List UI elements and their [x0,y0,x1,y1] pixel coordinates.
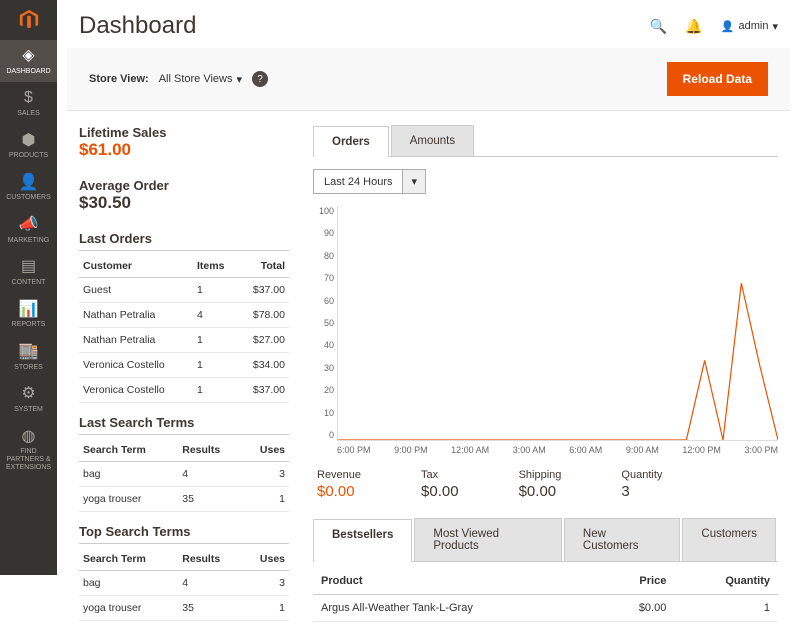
table-row[interactable]: Veronica Costello1$34.00 [79,353,289,378]
chart-tabs: Orders Amounts [313,125,778,157]
reload-data-button[interactable]: Reload Data [667,62,768,96]
average-order-label: Average Order [79,178,289,193]
stores-icon: 🏬 [19,343,39,361]
column-header: Items [193,255,238,278]
tab-customers[interactable]: Customers [682,518,776,561]
tab-most-viewed[interactable]: Most Viewed Products [414,518,562,561]
admin-user-menu[interactable]: 👤 admin ▾ [721,20,778,33]
column-header: Quantity [674,568,778,595]
dashboard-icon: ◈ [22,47,34,65]
sidebar-item-sales[interactable]: $SALES [0,82,57,124]
system-icon: ⚙ [21,385,35,403]
customers-icon: 👤 [19,174,39,192]
product-tabs: Bestsellers Most Viewed Products New Cus… [313,518,778,562]
table-row[interactable]: bag43 [79,571,289,596]
sidebar: ◈DASHBOARD$SALES⬢PRODUCTS👤CUSTOMERS📣MARK… [0,0,57,575]
column-header: Search Term [79,439,178,462]
sidebar-item-reports[interactable]: 📊REPORTS [0,294,57,336]
column-header: Uses [243,439,289,462]
chevron-down-icon: ▾ [237,73,243,86]
last-orders-title: Last Orders [79,231,289,251]
store-view-select[interactable]: All Store Views ▾ [159,73,242,86]
lifetime-sales-value: $61.00 [79,140,289,160]
page-header: Dashboard 🔍 🔔 👤 admin ▾ [57,0,800,48]
marketing-icon: 📣 [19,216,39,234]
table-row[interactable]: Nathan Petralia1$27.00 [79,328,289,353]
products-icon: ⬢ [22,132,36,150]
table-row[interactable]: yoga trouser351 [79,596,289,621]
tab-orders[interactable]: Orders [313,126,389,157]
table-row[interactable]: Argus All-Weather Tank-L-Gray$0.001 [313,595,778,622]
last-search-table: Search TermResultsUses bag43yoga trouser… [79,439,289,512]
column-header: Customer [79,255,193,278]
sidebar-item-content[interactable]: ▤CONTENT [0,251,57,293]
table-row[interactable]: Veronica Costello1$37.00 [79,378,289,403]
table-row[interactable]: Guest1$37.00 [79,278,289,303]
table-row[interactable]: Nathan Petralia4$78.00 [79,303,289,328]
column-header: Results [178,439,242,462]
column-header: Total [238,255,289,278]
lifetime-sales-label: Lifetime Sales [79,125,289,140]
time-range-select[interactable]: Last 24 Hours ▾ [313,169,426,194]
tab-bestsellers[interactable]: Bestsellers [313,519,412,562]
sidebar-item-customers[interactable]: 👤CUSTOMERS [0,167,57,209]
notifications-icon[interactable]: 🔔 [685,18,702,35]
orders-chart: 1009080706050403020100 [337,206,778,441]
tab-new-customers[interactable]: New Customers [564,518,680,561]
page-title: Dashboard [79,12,196,40]
reports-icon: 📊 [19,301,39,319]
chevron-down-icon: ▾ [402,170,425,193]
search-icon[interactable]: 🔍 [650,18,667,35]
toolbar: Store View: All Store Views ▾ ? Reload D… [67,48,790,111]
shipping-label: Shipping [519,469,562,481]
sidebar-item-stores[interactable]: 🏬STORES [0,336,57,378]
revenue-value: $0.00 [317,483,361,500]
column-header: Uses [243,548,289,571]
column-header: Results [178,548,242,571]
find-icon: ◍ [22,428,36,446]
average-order-value: $30.50 [79,193,289,213]
table-row[interactable]: bag43 [79,462,289,487]
store-view-label: Store View: [89,73,149,85]
column-header: Search Term [79,548,178,571]
sidebar-item-marketing[interactable]: 📣MARKETING [0,209,57,251]
shipping-value: $0.00 [519,483,562,500]
sidebar-item-system[interactable]: ⚙SYSTEM [0,378,57,420]
quantity-value: 3 [621,483,662,500]
column-header: Price [600,568,674,595]
last-orders-table: CustomerItemsTotal Guest1$37.00Nathan Pe… [79,255,289,403]
sales-icon: $ [24,89,33,107]
sidebar-item-dashboard[interactable]: ◈DASHBOARD [0,40,57,82]
magento-logo[interactable] [0,0,57,40]
table-row[interactable]: yoga trouser351 [79,487,289,512]
help-icon[interactable]: ? [252,71,268,87]
last-search-title: Last Search Terms [79,415,289,435]
tax-label: Tax [421,469,459,481]
chevron-down-icon: ▾ [772,20,778,33]
content-icon: ▤ [21,258,36,276]
top-search-table: Search TermResultsUses bag43yoga trouser… [79,548,289,621]
sidebar-item-products[interactable]: ⬢PRODUCTS [0,125,57,167]
sidebar-item-find-partners-extensions[interactable]: ◍FIND PARTNERS & EXTENSIONS [0,421,57,479]
top-search-title: Top Search Terms [79,524,289,544]
revenue-label: Revenue [317,469,361,481]
column-header: Product [313,568,600,595]
quantity-label: Quantity [621,469,662,481]
tax-value: $0.00 [421,483,459,500]
user-icon: 👤 [721,20,735,33]
tab-amounts[interactable]: Amounts [391,125,474,156]
bestsellers-table: ProductPriceQuantity Argus All-Weather T… [313,568,778,622]
